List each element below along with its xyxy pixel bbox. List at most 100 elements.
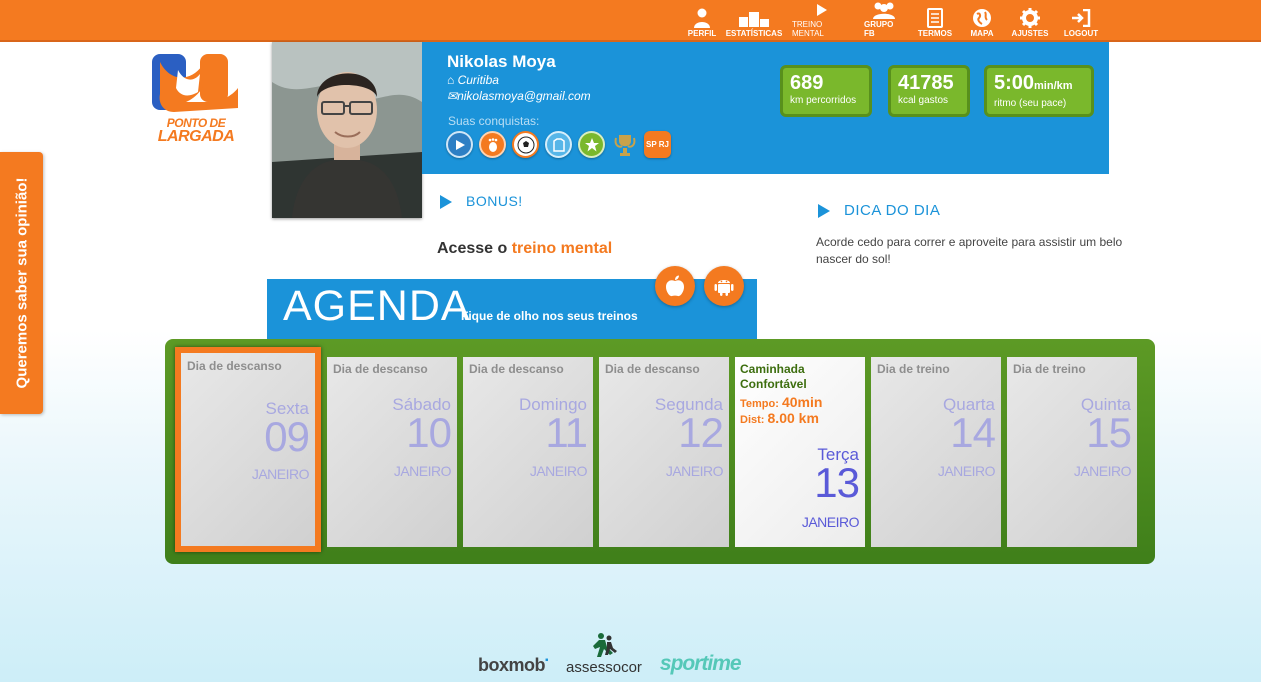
bonus-title: BONUS!: [466, 193, 523, 209]
day-number: 09: [264, 413, 310, 460]
day-label: Dia de descanso: [469, 362, 564, 376]
shirt-badge-icon[interactable]: [545, 131, 572, 158]
home-icon: ⌂: [447, 73, 455, 87]
bonus-section[interactable]: BONUS!: [440, 193, 523, 210]
logo-text: PONTO DE LARGADA: [157, 116, 235, 145]
android-icon: [714, 280, 734, 296]
stat-kcal-value: 41785: [898, 72, 954, 94]
nav-perfil-label: PERFIL: [687, 29, 717, 38]
day-label: Dia de descanso: [605, 362, 700, 376]
day-card-selected[interactable]: Dia de descanso Sexta 09 JANEIRO: [175, 347, 321, 552]
day-card-today[interactable]: Caminhada Confortável Tempo: 40min Dist:…: [735, 357, 865, 547]
user-email-text: nikolasmoya@gmail.com: [457, 89, 591, 103]
nav-estatisticas-label: ESTATÍSTICAS: [725, 29, 783, 38]
footprint-badge-icon[interactable]: [479, 131, 506, 158]
day-month: JANEIRO: [251, 466, 310, 482]
stat-pace-value: 5:00: [994, 72, 1035, 94]
stat-pace-unit: min/km: [1034, 80, 1073, 92]
boxmob-text: boxmob: [478, 655, 546, 675]
assessocor-logo[interactable]: assessocor: [566, 633, 642, 676]
stat-pace: 5:00min/km ritmo (seu pace): [984, 65, 1094, 117]
day-number: 15: [1086, 409, 1132, 456]
day-label: Dia de treino: [1013, 362, 1086, 376]
nav-logout[interactable]: LOGOUT: [1056, 0, 1106, 38]
day-time: Tempo: 40min: [740, 394, 822, 410]
nav-treino-mental[interactable]: TREINO MENTAL: [786, 0, 858, 38]
nav-ajustes-label: AJUSTES: [1011, 29, 1049, 38]
podium-icon: [739, 12, 769, 27]
stat-km: 689 km percorridos: [780, 65, 872, 117]
day-month: JANEIRO: [393, 463, 452, 479]
star-badge-icon[interactable]: [578, 131, 605, 158]
mental-prefix: Acesse o: [437, 240, 508, 257]
day-month: JANEIRO: [529, 463, 588, 479]
stat-kcal: 41785 kcal gastos: [888, 65, 970, 117]
day-label: Dia de descanso: [187, 359, 282, 373]
runners-icon: [592, 633, 617, 657]
profile-panel: Nikolas Moya ⌂ Curitiba ✉nikolasmoya@gma…: [422, 42, 1109, 174]
nav-grupo-fb-label: GRUPO FB: [864, 20, 894, 38]
feedback-tab[interactable]: Queremos saber sua opinião!: [0, 152, 43, 414]
sportime-text: sportime: [659, 652, 742, 675]
day-month: JANEIRO: [665, 463, 724, 479]
tip-text: Acorde cedo para correr e aproveite para…: [816, 235, 1123, 266]
play-arrow-icon: [440, 195, 452, 210]
runner-logo-icon: [152, 54, 238, 112]
play-badge-icon[interactable]: [446, 131, 473, 158]
day-number: 12: [678, 409, 724, 456]
feedback-label: Queremos saber sua opinião!: [13, 177, 30, 389]
play-icon: [817, 4, 827, 16]
main-nav-items: PERFIL ESTATÍSTICAS TREINO MENTAL GRUPO …: [682, 0, 1261, 40]
day-month: JANEIRO: [1073, 463, 1132, 479]
soccer-badge-icon[interactable]: [512, 131, 539, 158]
agenda-subtitle: Fique de olho nos seus treinos: [461, 309, 638, 323]
apple-store-button[interactable]: [655, 266, 695, 306]
partners-footer: boxmob▪ assessocor sportime: [478, 630, 742, 676]
day-distance-value: 8.00 km: [767, 410, 819, 426]
nav-mapa-label: MAPA: [970, 29, 994, 38]
day-time-value: 40min: [781, 394, 823, 410]
nav-perfil[interactable]: PERFIL: [682, 0, 722, 38]
day-card[interactable]: Dia de treino Quinta 15 JANEIRO: [1007, 357, 1137, 547]
day-card[interactable]: Dia de descanso Sábado 10 JANEIRO: [327, 357, 457, 547]
play-arrow-icon: [818, 204, 830, 219]
day-number: 14: [950, 409, 996, 456]
nav-mapa[interactable]: MAPA: [960, 0, 1004, 38]
mental-training-callout: Acesse o treino mental: [437, 240, 612, 258]
day-month: JANEIRO: [937, 463, 996, 479]
boxmob-dots-icon: ▪: [545, 655, 549, 666]
sp-rj-badge-icon[interactable]: SP RJ: [644, 131, 671, 158]
day-card[interactable]: Dia de descanso Domingo 11 JANEIRO: [463, 357, 593, 547]
mental-training-link[interactable]: treino mental: [512, 240, 612, 257]
day-number: 13: [814, 459, 860, 506]
tip-title: DICA DO DIA: [818, 202, 940, 219]
user-city: ⌂ Curitiba: [447, 73, 499, 87]
day-month: JANEIRO: [801, 514, 860, 530]
avatar-illustration: [272, 42, 422, 218]
user-name: Nikolas Moya: [447, 52, 556, 71]
user-city-text: Curitiba: [457, 73, 499, 87]
user-email: ✉nikolasmoya@gmail.com: [447, 89, 591, 103]
boxmob-logo[interactable]: boxmob▪: [478, 655, 549, 676]
user-icon: [694, 8, 710, 28]
conquests-badges: SP RJ: [446, 131, 671, 158]
android-store-button[interactable]: [704, 266, 744, 306]
day-activity: Caminhada Confortável: [740, 362, 807, 391]
logout-icon: [1072, 9, 1091, 27]
day-distance-label: Dist:: [740, 414, 765, 426]
tip-title-text: DICA DO DIA: [844, 202, 941, 219]
day-card[interactable]: Dia de treino Quarta 14 JANEIRO: [871, 357, 1001, 547]
day-label: Dia de treino: [877, 362, 950, 376]
stat-kcal-label: kcal gastos: [898, 95, 949, 106]
stat-pace-label: ritmo (seu pace): [994, 98, 1067, 109]
day-card[interactable]: Dia de descanso Segunda 12 JANEIRO: [599, 357, 729, 547]
sp-rj-badge-text: SP RJ: [646, 140, 669, 149]
nav-grupo-fb[interactable]: GRUPO FB: [858, 0, 910, 38]
nav-estatisticas[interactable]: ESTATÍSTICAS: [722, 0, 786, 38]
day-time-label: Tempo:: [740, 398, 779, 410]
sportime-logo[interactable]: sportime: [659, 652, 742, 676]
trophy-badge-icon[interactable]: [611, 131, 638, 158]
nav-ajustes[interactable]: AJUSTES: [1004, 0, 1056, 38]
nav-termos[interactable]: TERMOS: [910, 0, 960, 38]
ponto-de-largada-logo[interactable]: PONTO DE LARGADA: [150, 52, 242, 148]
